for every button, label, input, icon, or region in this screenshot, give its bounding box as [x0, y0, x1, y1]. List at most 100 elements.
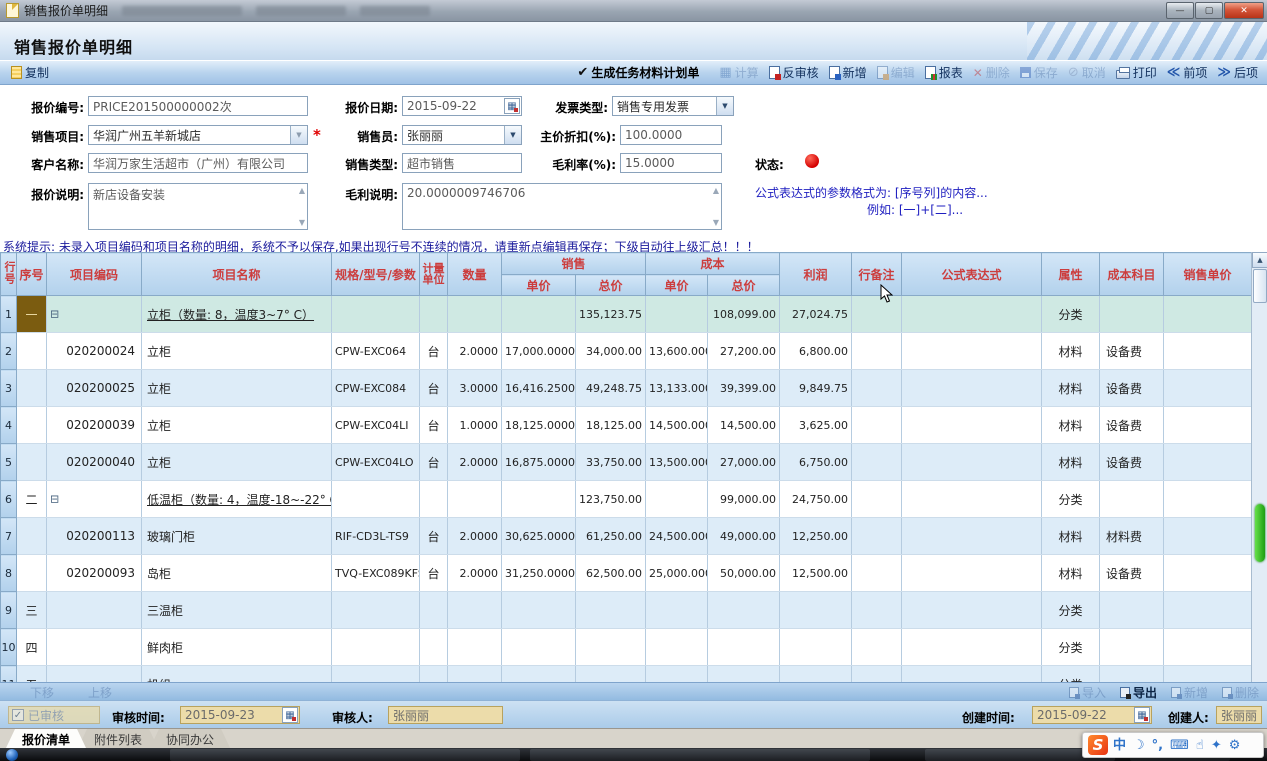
chevron-down-icon[interactable] — [290, 126, 307, 144]
cell-st[interactable] — [576, 666, 646, 683]
minimize-button[interactable]: — — [1166, 2, 1194, 19]
cell-subject[interactable]: 设备费 — [1100, 333, 1164, 370]
cell-spec[interactable]: CPW-EXC064 — [332, 333, 420, 370]
cell-sup[interactable] — [1164, 629, 1252, 666]
scrollbar-green-indicator[interactable] — [1255, 504, 1265, 562]
cell-formula[interactable] — [902, 518, 1042, 555]
cell-subject[interactable] — [1100, 296, 1164, 333]
cell-subject[interactable]: 设备费 — [1100, 370, 1164, 407]
price-discount-field[interactable]: 100.0000 — [620, 125, 722, 145]
cell-no[interactable]: 10 — [1, 629, 17, 666]
sogou-logo-icon[interactable]: S — [1088, 735, 1108, 755]
cell-note[interactable] — [852, 444, 902, 481]
approved-checkbox-group[interactable]: ✓ 已审核 — [8, 706, 100, 724]
skin-icon[interactable]: ✦ — [1211, 739, 1222, 752]
cell-sp[interactable]: 30,625.0000 — [502, 518, 576, 555]
cell-subject[interactable]: 设备费 — [1100, 444, 1164, 481]
col-header-name[interactable]: 项目名称 — [142, 253, 332, 296]
cell-st[interactable]: 61,250.00 — [576, 518, 646, 555]
cell-seq[interactable] — [17, 518, 47, 555]
cell-sup[interactable] — [1164, 370, 1252, 407]
cell-profit[interactable]: 12,500.00 — [780, 555, 852, 592]
cell-sup[interactable] — [1164, 333, 1252, 370]
cell-spec[interactable] — [332, 296, 420, 333]
cell-no[interactable]: 6 — [1, 481, 17, 518]
cell-seq[interactable]: 四 — [17, 629, 47, 666]
cell-formula[interactable] — [902, 407, 1042, 444]
cell-ct[interactable]: 49,000.00 — [708, 518, 780, 555]
cell-note[interactable] — [852, 629, 902, 666]
cell-cp[interactable] — [646, 629, 708, 666]
cell-sup[interactable] — [1164, 407, 1252, 444]
cell-name[interactable]: 三温柜 — [142, 592, 332, 629]
cell-subject[interactable] — [1100, 666, 1164, 683]
cell-profit[interactable] — [780, 666, 852, 683]
cell-unit[interactable] — [420, 666, 448, 683]
col-header-cost-group[interactable]: 成本 — [646, 253, 780, 275]
cell-cp[interactable]: 13,500.0000 — [646, 444, 708, 481]
cell-sup[interactable] — [1164, 666, 1252, 683]
sales-type-field[interactable]: 超市销售 — [402, 153, 522, 173]
cell-seq[interactable]: 一 — [17, 296, 47, 333]
cell-formula[interactable] — [902, 555, 1042, 592]
cell-seq[interactable] — [17, 407, 47, 444]
cell-formula[interactable] — [902, 666, 1042, 683]
cell-cp[interactable]: 24,500.0000 — [646, 518, 708, 555]
cell-note[interactable] — [852, 666, 902, 683]
scroll-up-icon[interactable]: ▲ — [299, 186, 305, 195]
cell-no[interactable]: 5 — [1, 444, 17, 481]
cell-unit[interactable] — [420, 629, 448, 666]
col-header-sale-unit-price[interactable]: 销售单价 — [1164, 253, 1252, 296]
restore-button[interactable]: ▢ — [1195, 2, 1223, 19]
cell-seq[interactable]: 三 — [17, 592, 47, 629]
cell-spec[interactable]: RIF-CD3L-TS9 — [332, 518, 420, 555]
cell-qty[interactable] — [448, 666, 502, 683]
cell-note[interactable] — [852, 592, 902, 629]
cell-unit[interactable]: 台 — [420, 333, 448, 370]
cell-qty[interactable]: 2.0000 — [448, 555, 502, 592]
cell-formula[interactable] — [902, 370, 1042, 407]
col-header-qty[interactable]: 数量 — [448, 253, 502, 296]
cell-ct[interactable]: 108,099.00 — [708, 296, 780, 333]
cell-ct[interactable] — [708, 629, 780, 666]
cell-cp[interactable] — [646, 296, 708, 333]
quote-note-textarea[interactable]: 新店设备安装 ▲ ▼ — [88, 183, 308, 230]
cell-cp[interactable] — [646, 481, 708, 518]
cell-sp[interactable]: 16,416.2500 — [502, 370, 576, 407]
cell-name[interactable]: 立柜 — [142, 370, 332, 407]
tab-attachments[interactable]: 附件列表 — [78, 729, 158, 748]
cell-attr[interactable]: 材料 — [1042, 555, 1100, 592]
scroll-up-arrow-icon[interactable]: ▲ — [1252, 252, 1267, 268]
cell-no[interactable]: 7 — [1, 518, 17, 555]
col-header-row-note[interactable]: 行备注 — [852, 253, 902, 296]
audit-time-field[interactable]: 2015-09-23 — [180, 706, 300, 724]
cell-subject[interactable]: 材料费 — [1100, 518, 1164, 555]
col-header-row-no[interactable]: 行号 — [1, 253, 17, 296]
cell-code[interactable]: 020200024 — [47, 333, 142, 370]
cell-qty[interactable] — [448, 629, 502, 666]
auditor-field[interactable]: 张丽丽 — [388, 706, 503, 724]
col-header-seq[interactable]: 序号 — [17, 253, 47, 296]
cell-sp[interactable]: 31,250.0000 — [502, 555, 576, 592]
col-header-sale-unit[interactable]: 单价 — [502, 275, 576, 296]
cell-formula[interactable] — [902, 481, 1042, 518]
unaudit-button[interactable]: 反审核 — [764, 62, 824, 83]
customer-field[interactable]: 华润万家生活超市（广州）有限公司 — [88, 153, 308, 173]
sales-project-combo[interactable]: 华润广州五羊新城店 — [88, 125, 308, 145]
cell-unit[interactable]: 台 — [420, 370, 448, 407]
move-down-button[interactable]: 下移 — [30, 684, 54, 701]
cell-profit[interactable]: 3,625.00 — [780, 407, 852, 444]
cell-attr[interactable]: 分类 — [1042, 666, 1100, 683]
collapse-icon[interactable]: ⊟ — [50, 308, 59, 321]
invoice-type-combo[interactable]: 销售专用发票 — [612, 96, 734, 116]
scroll-down-icon[interactable]: ▼ — [299, 218, 305, 227]
cell-seq[interactable] — [17, 333, 47, 370]
cell-subject[interactable]: 设备费 — [1100, 407, 1164, 444]
cell-unit[interactable] — [420, 481, 448, 518]
cell-qty[interactable]: 1.0000 — [448, 407, 502, 444]
calendar-icon[interactable] — [1134, 707, 1150, 723]
cell-no[interactable]: 11 — [1, 666, 17, 683]
cell-seq[interactable]: 二 — [17, 481, 47, 518]
cell-sp[interactable] — [502, 296, 576, 333]
cell-profit[interactable]: 24,750.00 — [780, 481, 852, 518]
